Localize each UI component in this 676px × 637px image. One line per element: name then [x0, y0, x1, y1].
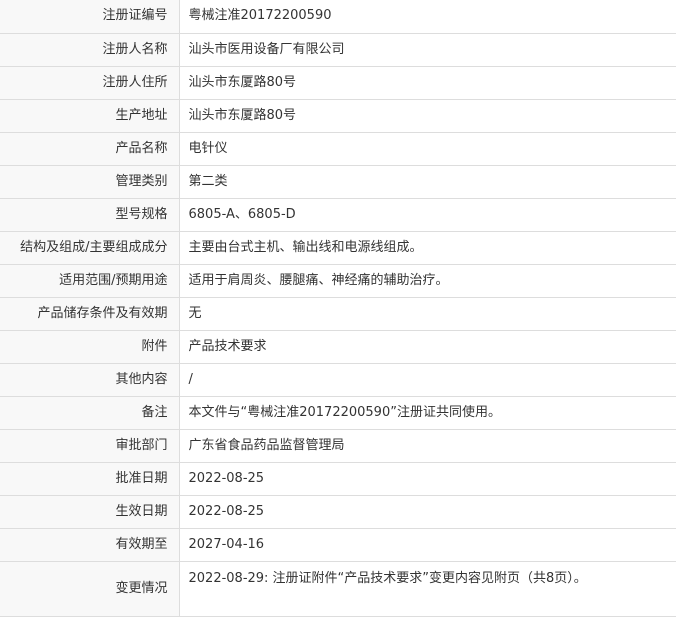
- row-value: 2022-08-25: [179, 494, 676, 529]
- table-row-intended-use: 适用范围/预期用途 适用于肩周炎、腰腿痛、神经痛的辅助治疗。: [0, 263, 676, 298]
- table-row-approval-date: 批准日期 2022-08-25: [0, 461, 676, 496]
- row-value: 汕头市东厦路80号: [179, 98, 676, 133]
- table-row-management-class: 管理类别 第二类: [0, 164, 676, 199]
- table-row-valid-until: 有效期至 2027-04-16: [0, 527, 676, 562]
- row-label: 审批部门: [0, 428, 180, 463]
- row-value: 本文件与“粤械注准20172200590”注册证共同使用。: [179, 395, 676, 430]
- row-value: 6805-A、6805-D: [179, 197, 676, 232]
- row-value: 主要由台式主机、输出线和电源线组成。: [179, 230, 676, 265]
- row-value: 2022-08-25: [179, 461, 676, 496]
- row-value: 2027-04-16: [179, 527, 676, 562]
- row-value: 适用于肩周炎、腰腿痛、神经痛的辅助治疗。: [179, 263, 676, 298]
- row-value: 粤械注准20172200590: [179, 0, 676, 34]
- table-row-product-name: 产品名称 电针仪: [0, 131, 676, 166]
- row-value: 产品技术要求: [179, 329, 676, 364]
- row-label: 注册证编号: [0, 0, 180, 34]
- registration-detail-table: 注册证编号 粤械注准20172200590 注册人名称 汕头市医用设备厂有限公司…: [0, 0, 676, 617]
- row-label: 产品储存条件及有效期: [0, 296, 180, 331]
- row-value: 汕头市医用设备厂有限公司: [179, 32, 676, 67]
- row-label: 适用范围/预期用途: [0, 263, 180, 298]
- row-label: 其他内容: [0, 362, 180, 397]
- row-value: 汕头市东厦路80号: [179, 65, 676, 100]
- row-value: 广东省食品药品监督管理局: [179, 428, 676, 463]
- row-label: 备注: [0, 395, 180, 430]
- row-value: 第二类: [179, 164, 676, 199]
- row-label: 生产地址: [0, 98, 180, 133]
- row-label: 生效日期: [0, 494, 180, 529]
- row-label: 结构及组成/主要组成成分: [0, 230, 180, 265]
- row-value: /: [179, 362, 676, 397]
- row-label: 型号规格: [0, 197, 180, 232]
- row-label: 有效期至: [0, 527, 180, 562]
- row-value: 无: [179, 296, 676, 331]
- row-label: 变更情况: [0, 560, 180, 617]
- table-row-other-content: 其他内容 /: [0, 362, 676, 397]
- table-row-effective-date: 生效日期 2022-08-25: [0, 494, 676, 529]
- table-row-approval-department: 审批部门 广东省食品药品监督管理局: [0, 428, 676, 463]
- row-label: 产品名称: [0, 131, 180, 166]
- table-row-attachment: 附件 产品技术要求: [0, 329, 676, 364]
- row-value: 电针仪: [179, 131, 676, 166]
- table-row-registrant-name: 注册人名称 汕头市医用设备厂有限公司: [0, 32, 676, 67]
- row-label: 注册人名称: [0, 32, 180, 67]
- table-row-registrant-address: 注册人住所 汕头市东厦路80号: [0, 65, 676, 100]
- table-row-structure-composition: 结构及组成/主要组成成分 主要由台式主机、输出线和电源线组成。: [0, 230, 676, 265]
- table-row-storage-conditions: 产品储存条件及有效期 无: [0, 296, 676, 331]
- table-row-remarks: 备注 本文件与“粤械注准20172200590”注册证共同使用。: [0, 395, 676, 430]
- table-row-registration-number: 注册证编号 粤械注准20172200590: [0, 0, 676, 34]
- row-value: 2022-08-29: 注册证附件“产品技术要求”变更内容见附页（共8页）。: [179, 560, 676, 617]
- table-row-production-address: 生产地址 汕头市东厦路80号: [0, 98, 676, 133]
- row-label: 批准日期: [0, 461, 180, 496]
- table-row-model-spec: 型号规格 6805-A、6805-D: [0, 197, 676, 232]
- table-row-change-history: 变更情况 2022-08-29: 注册证附件“产品技术要求”变更内容见附页（共8…: [0, 560, 676, 617]
- row-label: 注册人住所: [0, 65, 180, 100]
- row-label: 管理类别: [0, 164, 180, 199]
- row-label: 附件: [0, 329, 180, 364]
